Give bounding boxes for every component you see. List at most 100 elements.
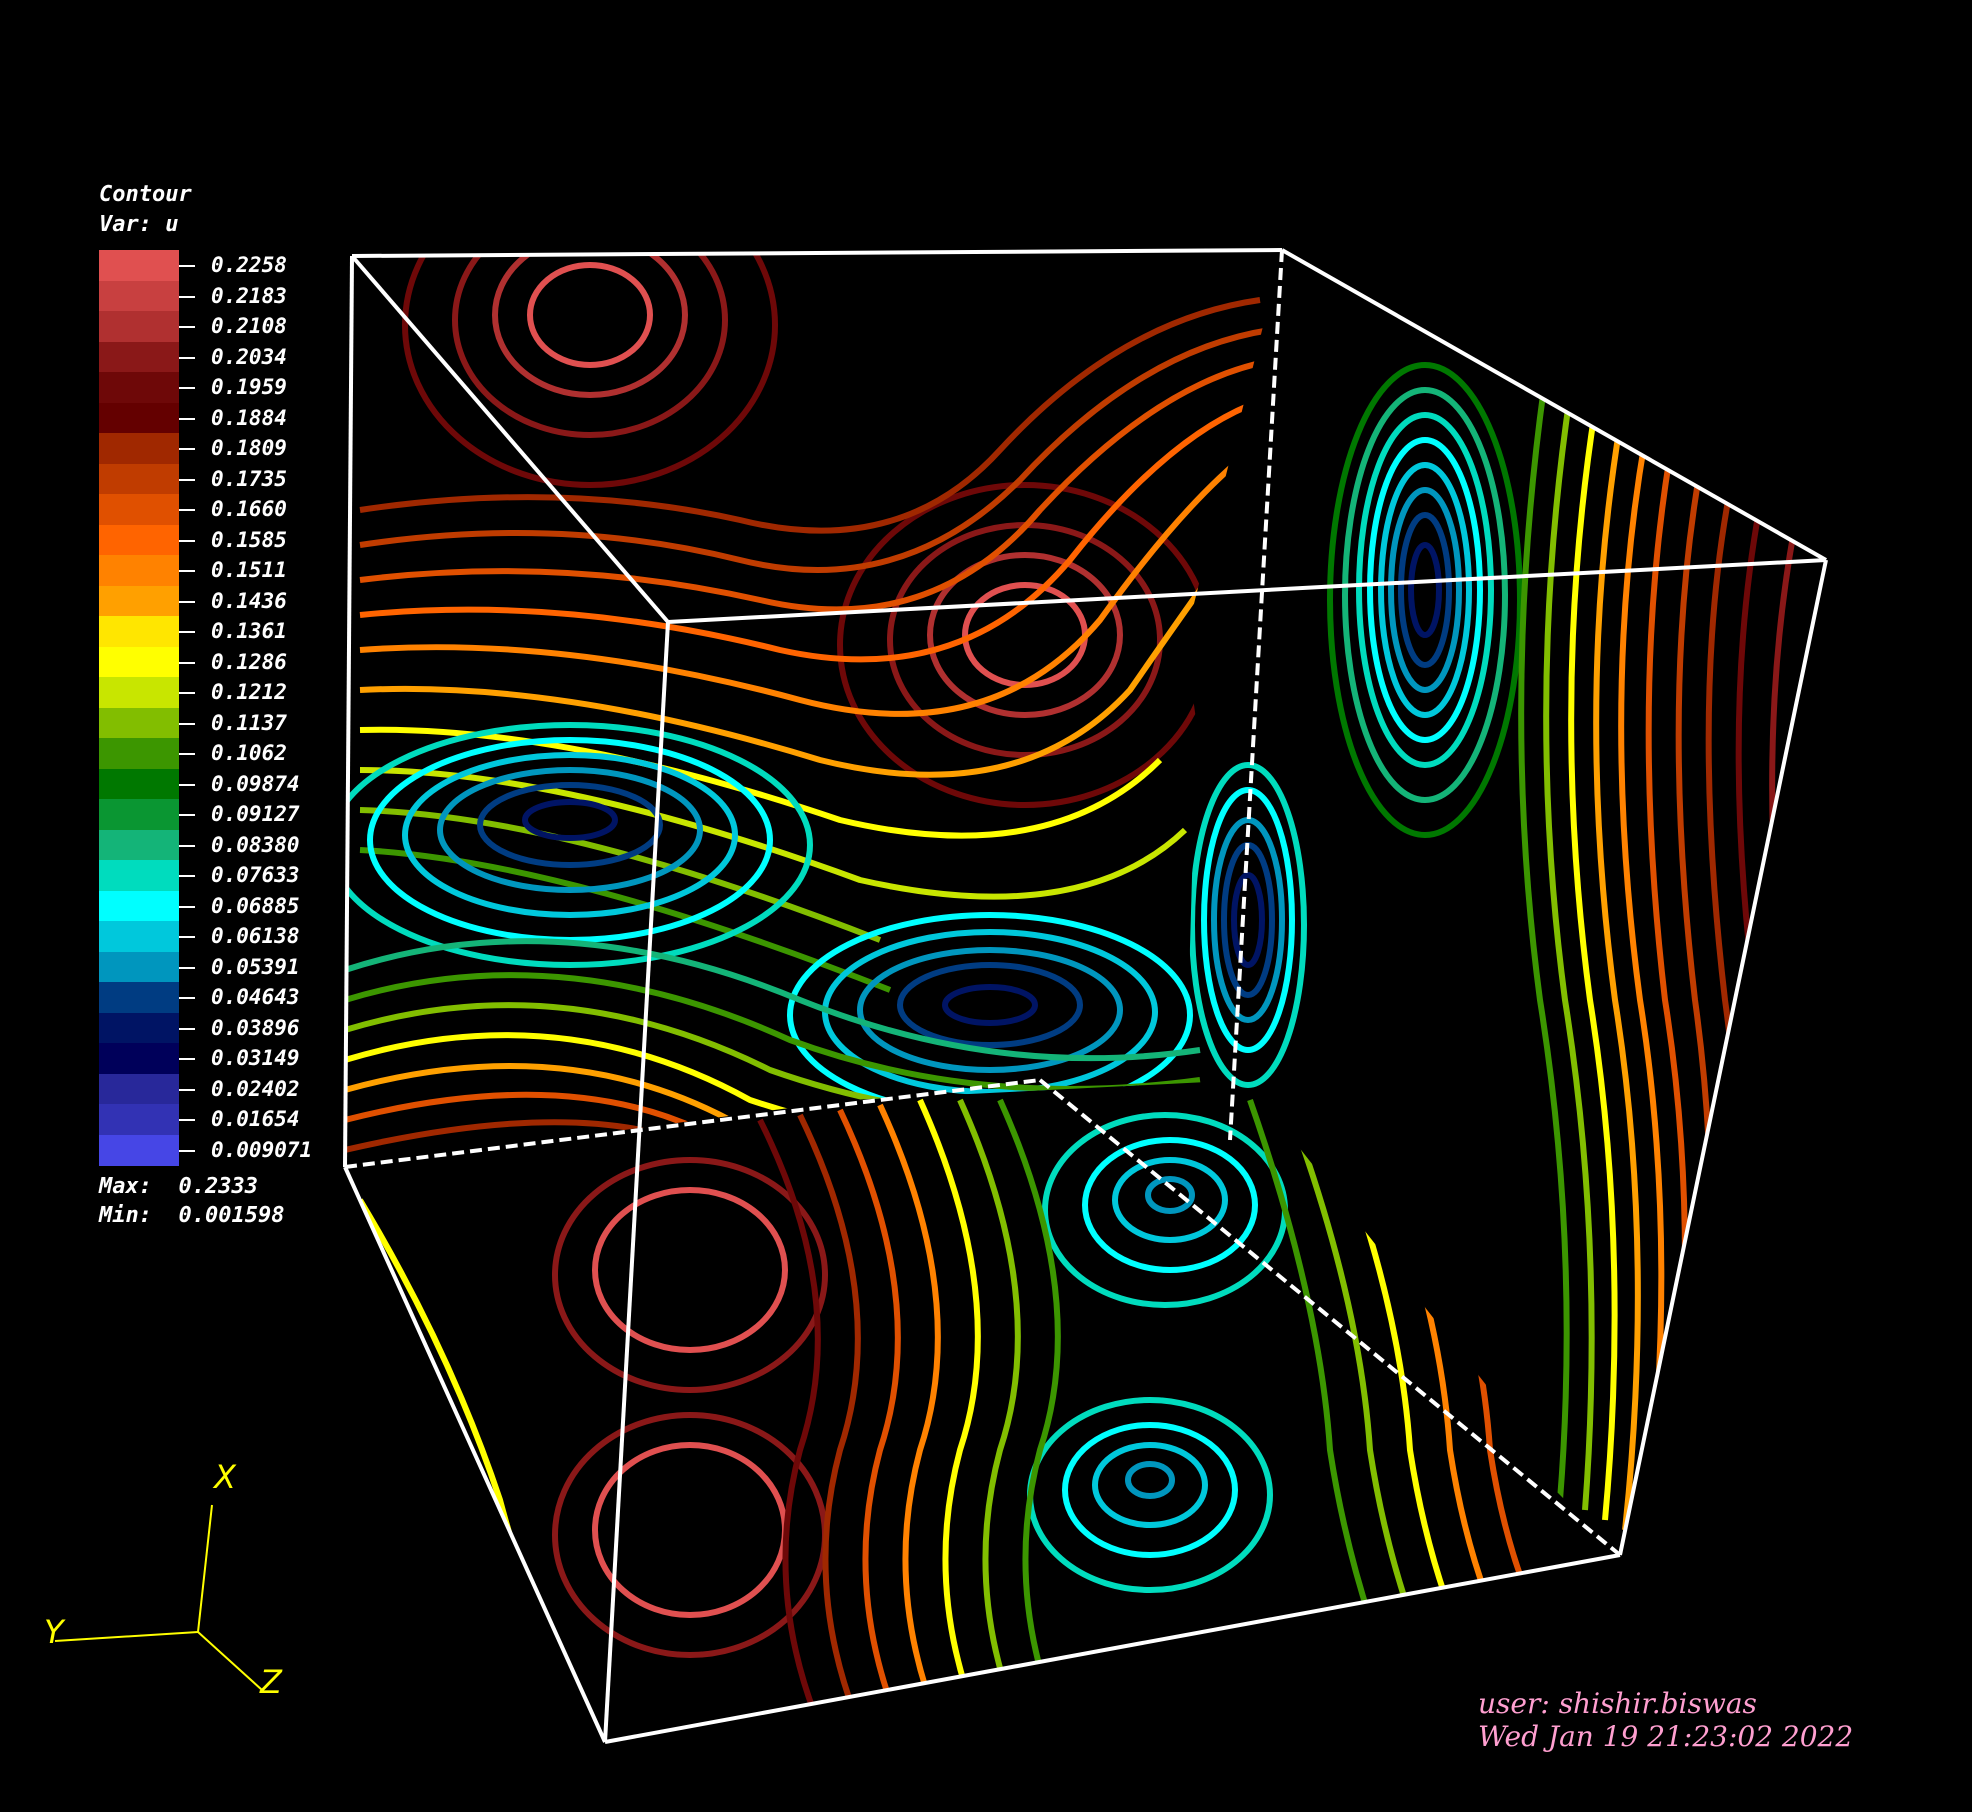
legend-level-label: 0.009071 — [211, 1137, 313, 1162]
min-value: 0.001598 — [178, 1203, 285, 1228]
user-name: user: shishir.biswas — [1478, 1687, 1757, 1720]
legend-tick — [179, 265, 195, 268]
legend-swatch — [99, 616, 179, 647]
legend-swatch — [99, 372, 179, 403]
legend-tick — [179, 661, 195, 664]
legend-swatch — [99, 463, 179, 495]
legend-swatch — [99, 311, 179, 342]
legend-level-label: 0.1884 — [211, 405, 287, 430]
legend-tick — [179, 631, 195, 634]
legend-tick — [179, 448, 195, 451]
legend-level-label: 0.07633 — [211, 863, 300, 888]
legend-tick — [179, 722, 195, 725]
legend-level-label: 0.03149 — [211, 1046, 300, 1071]
legend-var-label: Var: u — [99, 212, 179, 237]
legend-plot-type: Contour — [99, 182, 192, 207]
legend-level-label: 0.1585 — [211, 527, 287, 552]
legend-level-label: 0.2034 — [211, 344, 287, 369]
legend-tick — [179, 295, 195, 298]
legend-level-label: 0.03896 — [211, 1015, 300, 1040]
legend-level-label: 0.2258 — [211, 253, 287, 278]
legend-swatch — [99, 738, 179, 769]
legend-tick — [179, 509, 195, 512]
legend-tick — [179, 1119, 195, 1122]
legend-swatch — [99, 1012, 179, 1044]
legend-tick — [179, 844, 195, 847]
legend-tick — [179, 783, 195, 786]
legend-tick — [179, 692, 195, 695]
legend-swatch — [99, 1134, 179, 1166]
legend-swatch — [99, 951, 179, 983]
legend-swatch — [99, 707, 179, 739]
legend-level-label: 0.1809 — [211, 436, 287, 461]
back-wall-contours — [345, 250, 1282, 1153]
legend-tick — [179, 1027, 195, 1030]
max-label: Max: — [99, 1174, 152, 1199]
legend-tick — [179, 417, 195, 420]
legend-tick — [179, 1088, 195, 1091]
legend-swatch — [99, 799, 179, 830]
legend-level-label: 0.1137 — [211, 710, 287, 735]
legend-title: Contour Var: u — [99, 180, 192, 240]
legend-level-label: 0.1062 — [211, 741, 287, 766]
legend-level-label: 0.1212 — [211, 680, 287, 705]
axis-label-x: X — [212, 1458, 237, 1496]
legend-swatch — [99, 402, 179, 434]
legend-tick — [179, 478, 195, 481]
legend-tick — [179, 905, 195, 908]
legend-level-label: 0.1436 — [211, 588, 287, 613]
legend-swatch — [99, 646, 179, 678]
legend-swatch — [99, 1104, 179, 1135]
legend-swatch — [99, 677, 179, 708]
legend-level-label: 0.2108 — [211, 314, 287, 339]
legend-swatch — [99, 921, 179, 952]
legend-tick — [179, 875, 195, 878]
axis-label-z: Z — [259, 1663, 283, 1701]
legend-level-label: 0.1511 — [211, 558, 287, 583]
legend-level-label: 0.09874 — [211, 771, 300, 796]
legend-tick — [179, 387, 195, 390]
legend-swatch — [99, 341, 179, 373]
legend-level-label: 0.1286 — [211, 649, 287, 674]
legend-tick — [179, 1149, 195, 1152]
legend-tick — [179, 1058, 195, 1061]
legend-color-bar: 0.2258 0.2183 0.2108 0.2034 0.1959 0.1884 0.18… — [99, 250, 312, 1166]
min-label: Min: — [99, 1203, 152, 1228]
legend-level-label: 0.08380 — [211, 832, 300, 857]
axis-label-y: Y — [44, 1613, 66, 1651]
legend-level-label: 0.05391 — [211, 954, 300, 979]
legend-swatch — [99, 1043, 179, 1074]
legend-tick — [179, 570, 195, 573]
legend-level-label: 0.2183 — [211, 283, 287, 308]
legend-swatch — [99, 585, 179, 617]
legend-level-label: 0.06885 — [211, 893, 300, 918]
legend-tick — [179, 326, 195, 329]
legend-tick — [179, 966, 195, 969]
legend-tick — [179, 600, 195, 603]
legend-level-label: 0.1735 — [211, 466, 287, 491]
legend-swatch — [99, 555, 179, 586]
legend-tick — [179, 936, 195, 939]
legend-swatch — [99, 1073, 179, 1105]
legend-swatch — [99, 250, 179, 281]
max-value: 0.2333 — [178, 1174, 258, 1199]
legend-swatch — [99, 280, 179, 312]
right-wall-contours — [1189, 362, 1798, 1553]
legend-swatch — [99, 982, 179, 1013]
legend-level-label: 0.1660 — [211, 497, 287, 522]
legend-level-label: 0.1361 — [211, 619, 287, 644]
legend-tick — [179, 997, 195, 1000]
legend-tick — [179, 814, 195, 817]
legend-swatch — [99, 890, 179, 922]
legend-level-label: 0.04643 — [211, 985, 300, 1010]
legend-swatch — [99, 860, 179, 891]
legend-level-label: 0.02402 — [211, 1076, 300, 1101]
legend-tick — [179, 356, 195, 359]
legend-tick — [179, 753, 195, 756]
legend-swatch — [99, 524, 179, 556]
floor-contours — [357, 1098, 1563, 1742]
legend-swatch — [99, 433, 179, 464]
legend-level-label: 0.01654 — [211, 1107, 300, 1132]
axis-triad — [54, 1504, 263, 1691]
timestamp: Wed Jan 19 21:23:02 2022 — [1478, 1720, 1854, 1753]
